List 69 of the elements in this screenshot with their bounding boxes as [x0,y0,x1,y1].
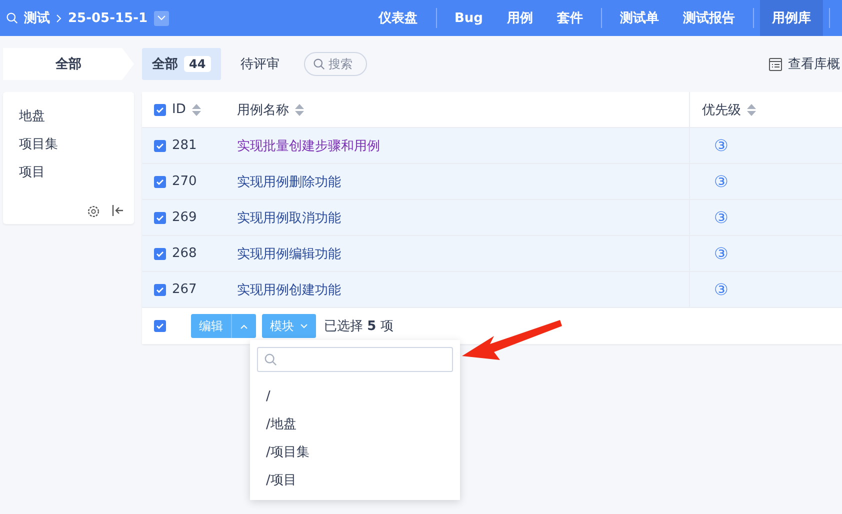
filter-tab[interactable]: 待评审 [230,48,290,80]
table-cell: 269 [172,210,197,225]
module-tab[interactable]: 全部 [3,48,134,80]
dropdown-button[interactable] [154,10,169,26]
case-link[interactable]: 实现用例创建功能 [237,280,341,298]
nav-tab[interactable]: 用例库 [760,0,823,36]
column-header[interactable]: 用例名称 [237,100,289,118]
table-cell: 267 [172,282,197,297]
nav-tab[interactable]: 测试单 [608,0,671,36]
check-icon [156,178,164,186]
priority-label: ③ [714,172,728,191]
caret-icon [240,324,248,328]
caret-icon [156,15,166,21]
caret-icon [300,324,308,328]
column-header[interactable]: 优先级 [702,100,741,118]
case-link[interactable]: 实现批量创建步骤和用例 [237,136,380,154]
checkbox[interactable] [154,284,166,296]
sort-icon[interactable] [192,104,201,116]
breadcrumb-item[interactable]: 25-05-15-1 [68,10,148,26]
menu-item[interactable]: /项目 [257,466,453,494]
search-icon [312,58,325,70]
overview-link[interactable]: 查看库概 [769,55,840,73]
sort-icon[interactable] [295,104,304,116]
list-icon [769,58,782,70]
column-header[interactable]: ID [172,102,186,117]
table-cell: 281 [172,138,197,153]
check-icon [156,214,164,222]
table-cell: 268 [172,246,197,261]
priority-label: ③ [714,244,728,263]
case-link[interactable]: 实现用例编辑功能 [237,244,341,262]
module-item[interactable]: 项目 [19,158,134,186]
nav-tab[interactable]: 测试报告 [671,0,747,36]
product-name[interactable]: 测试 [24,9,50,27]
nav-tab[interactable]: 仪表盘 [366,0,430,36]
nav-tab[interactable]: Bug [442,0,495,36]
checkbox[interactable] [154,176,166,188]
module-item[interactable]: 项目集 [19,130,134,158]
chevron-right-icon [56,14,62,22]
check-icon [156,142,164,150]
nav-tab[interactable]: 用例 [495,0,545,36]
check-icon [156,322,164,330]
search-icon [6,12,18,24]
count-badge: 44 [184,56,211,72]
priority-label: ③ [714,208,728,227]
check-icon [156,106,164,114]
filter-tab[interactable]: 全部 44 [142,48,221,80]
menu-item[interactable]: / [257,382,453,410]
collapse-icon[interactable] [112,205,124,216]
checkbox[interactable] [154,320,166,332]
checkbox[interactable] [154,140,166,152]
table-cell: 270 [172,174,197,189]
settings-icon[interactable] [87,205,100,218]
check-icon [156,250,164,258]
checkbox[interactable] [154,104,166,116]
priority-label: ③ [714,280,728,299]
selection-summary: 已选择 5 项 [324,318,394,335]
search-icon [264,353,277,366]
module-item[interactable]: 地盘 [19,102,134,130]
menu-item[interactable]: /地盘 [257,410,453,438]
case-link[interactable]: 实现用例取消功能 [237,208,341,226]
check-icon [156,286,164,294]
menu-search-field[interactable] [257,347,453,372]
nav-tab[interactable]: 套件 [545,0,595,36]
checkbox[interactable] [154,248,166,260]
menu-item[interactable]: /项目集 [257,438,453,466]
case-link[interactable]: 实现用例删除功能 [237,172,341,190]
priority-label: ③ [714,136,728,155]
checkbox[interactable] [154,212,166,224]
sort-icon[interactable] [747,104,756,116]
